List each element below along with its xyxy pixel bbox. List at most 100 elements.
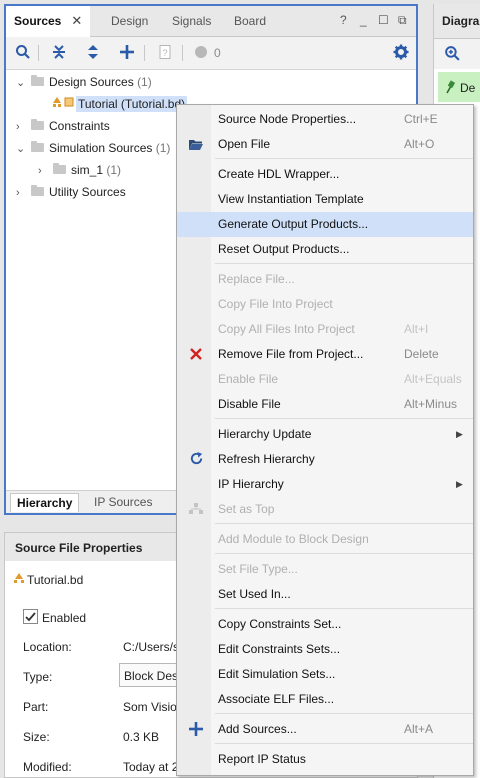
tree-design-sources[interactable]: ⌄ Design Sources (1) [16, 72, 152, 92]
menu-label: View Instantiation Template [218, 192, 364, 206]
menu-label: Copy Constraints Set... [218, 617, 342, 631]
menu-shortcut: Alt+Minus [404, 397, 458, 411]
add-sources-icon[interactable] [118, 44, 136, 62]
help-icon[interactable]: ? [340, 13, 347, 27]
menu-label: Copy All Files Into Project [218, 322, 355, 336]
menu-shortcut: Alt+A [404, 722, 434, 736]
menu-item-refresh-hierarchy[interactable]: Refresh Hierarchy [177, 447, 473, 472]
tab-hierarchy[interactable]: Hierarchy [10, 493, 80, 512]
design-label: De [460, 81, 476, 95]
maximize-icon[interactable]: ☐ [378, 13, 389, 27]
tree-sim-1[interactable]: › sim_1 (1) [38, 160, 121, 180]
zoom-in-icon[interactable] [444, 45, 461, 65]
tab-ip-sources[interactable]: IP Sources [88, 493, 158, 511]
menu-label: Edit Constraints Sets... [218, 642, 341, 656]
location-value: C:/Users/s [123, 640, 180, 654]
menu-item-disable-file[interactable]: Disable File Alt+Minus [177, 392, 473, 417]
tree-label: sim_1 [71, 163, 104, 177]
menu-item-report-ip-status[interactable]: Report IP Status [177, 747, 473, 772]
menu-item-associate-elf-files[interactable]: Associate ELF Files... [177, 687, 473, 712]
type-label: Type: [23, 670, 53, 684]
menu-item-hierarchy-update[interactable]: Hierarchy Update ▶ [177, 422, 473, 447]
menu-item-edit-simulation-sets[interactable]: Edit Simulation Sets... [177, 662, 473, 687]
tree-constraints[interactable]: › Constraints [16, 116, 110, 136]
menu-item-add-sources[interactable]: Add Sources... Alt+A [177, 717, 473, 742]
tree-label: Simulation Sources [49, 141, 153, 155]
tree-label: Utility Sources [49, 185, 126, 199]
menu-item-source-node-properties[interactable]: Source Node Properties... Ctrl+E [177, 107, 473, 132]
close-icon[interactable]: ✕ [71, 13, 82, 28]
chevron-down-icon[interactable]: ⌄ [16, 139, 28, 159]
restore-icon[interactable]: ⧉ [398, 13, 407, 28]
menu-item-enable-file: Enable File Alt+Equals [177, 367, 473, 392]
chevron-right-icon[interactable]: › [38, 161, 50, 181]
tree-label: Constraints [49, 119, 110, 133]
folder-icon [31, 119, 44, 130]
properties-icon[interactable]: ? [156, 44, 174, 62]
menu-item-reset-output-products[interactable]: Reset Output Products... [177, 237, 473, 262]
menu-label: Set Used In... [218, 587, 291, 601]
tab-board[interactable]: Board [226, 6, 274, 36]
chevron-down-icon[interactable]: ⌄ [16, 73, 28, 93]
menu-item-set-as-top: Set as Top [177, 497, 473, 522]
file-name-row: Tutorial.bd [13, 571, 83, 589]
tree-simulation-sources[interactable]: ⌄ Simulation Sources (1) [16, 138, 170, 158]
file-name: Tutorial.bd [27, 573, 84, 587]
gear-icon[interactable] [392, 44, 410, 62]
menu-item-open-file[interactable]: Open File Alt+O [177, 132, 473, 157]
menu-label: Remove File from Project... [218, 347, 364, 361]
tab-signals[interactable]: Signals [164, 6, 219, 36]
part-value: Som Visio [123, 700, 177, 714]
menu-label: Enable File [218, 372, 279, 386]
menu-shortcut: Alt+I [404, 322, 429, 336]
chevron-right-icon[interactable]: › [16, 183, 28, 203]
menu-item-create-hdl-wrapper[interactable]: Create HDL Wrapper... [177, 162, 473, 187]
menu-label: Create HDL Wrapper... [218, 167, 340, 181]
tree-count: (1) [137, 75, 152, 89]
menu-item-add-module-to-block-design: Add Module to Block Design [177, 527, 473, 552]
menu-label: Copy File Into Project [218, 297, 333, 311]
tree-label: Tutorial (Tutorial.bd) [76, 96, 188, 112]
tree-count: (1) [155, 141, 171, 155]
tab-sources[interactable]: Sources ✕ [6, 6, 91, 37]
menu-item-remove-file-from-project[interactable]: Remove File from Project... Delete [177, 342, 473, 367]
enabled-label: Enabled [42, 611, 87, 625]
enabled-checkbox[interactable]: Enabled [23, 609, 86, 627]
tree-utility-sources[interactable]: › Utility Sources [16, 182, 126, 202]
menu-label: Associate ELF Files... [218, 692, 335, 706]
design-bar[interactable]: De [438, 72, 480, 102]
tree-tutorial-bd[interactable]: Tutorial (Tutorial.bd) [52, 94, 188, 114]
search-icon[interactable] [14, 44, 32, 62]
part-label: Part: [23, 700, 49, 714]
modified-value: Today at 2 [123, 760, 179, 774]
collapse-all-icon[interactable] [50, 44, 68, 62]
menu-shortcut: Alt+O [404, 137, 435, 151]
chevron-right-icon[interactable]: › [16, 117, 28, 137]
diagram-toolbar [434, 39, 480, 69]
menu-item-view-instantiation-template[interactable]: View Instantiation Template [177, 187, 473, 212]
menu-label: Set File Type... [218, 562, 298, 576]
plus-icon [187, 717, 205, 742]
menu-item-copy-constraints-set[interactable]: Copy Constraints Set... [177, 612, 473, 637]
menu-item-generate-output-products[interactable]: Generate Output Products... [177, 212, 473, 237]
menu-label: Set as Top [218, 502, 275, 516]
menu-label: Generate Output Products... [218, 217, 369, 231]
menu-item-edit-constraints-sets[interactable]: Edit Constraints Sets... [177, 637, 473, 662]
menu-item-ip-hierarchy[interactable]: IP Hierarchy ▶ [177, 472, 473, 497]
block-design-icon [52, 94, 76, 114]
submenu-arrow-icon: ▶ [456, 479, 463, 489]
tab-design[interactable]: Design [103, 6, 156, 36]
hierarchy-icon [187, 497, 205, 522]
menu-item-copy-all-files-into-project: Copy All Files Into Project Alt+I [177, 317, 473, 342]
minimize-icon[interactable]: _ [360, 13, 367, 27]
menu-item-set-used-in[interactable]: Set Used In... [177, 582, 473, 607]
menu-label: Refresh Hierarchy [218, 452, 315, 466]
menu-label: IP Hierarchy [218, 477, 284, 491]
menu-item-replace-file: Replace File... [177, 267, 473, 292]
folder-icon [53, 163, 66, 174]
expand-all-icon[interactable] [84, 44, 102, 62]
menu-label: Add Module to Block Design [218, 532, 369, 546]
tab-label: Sources [14, 14, 62, 28]
checkbox-checked-icon[interactable] [23, 609, 38, 624]
tab-diagram[interactable]: Diagra [442, 14, 479, 28]
